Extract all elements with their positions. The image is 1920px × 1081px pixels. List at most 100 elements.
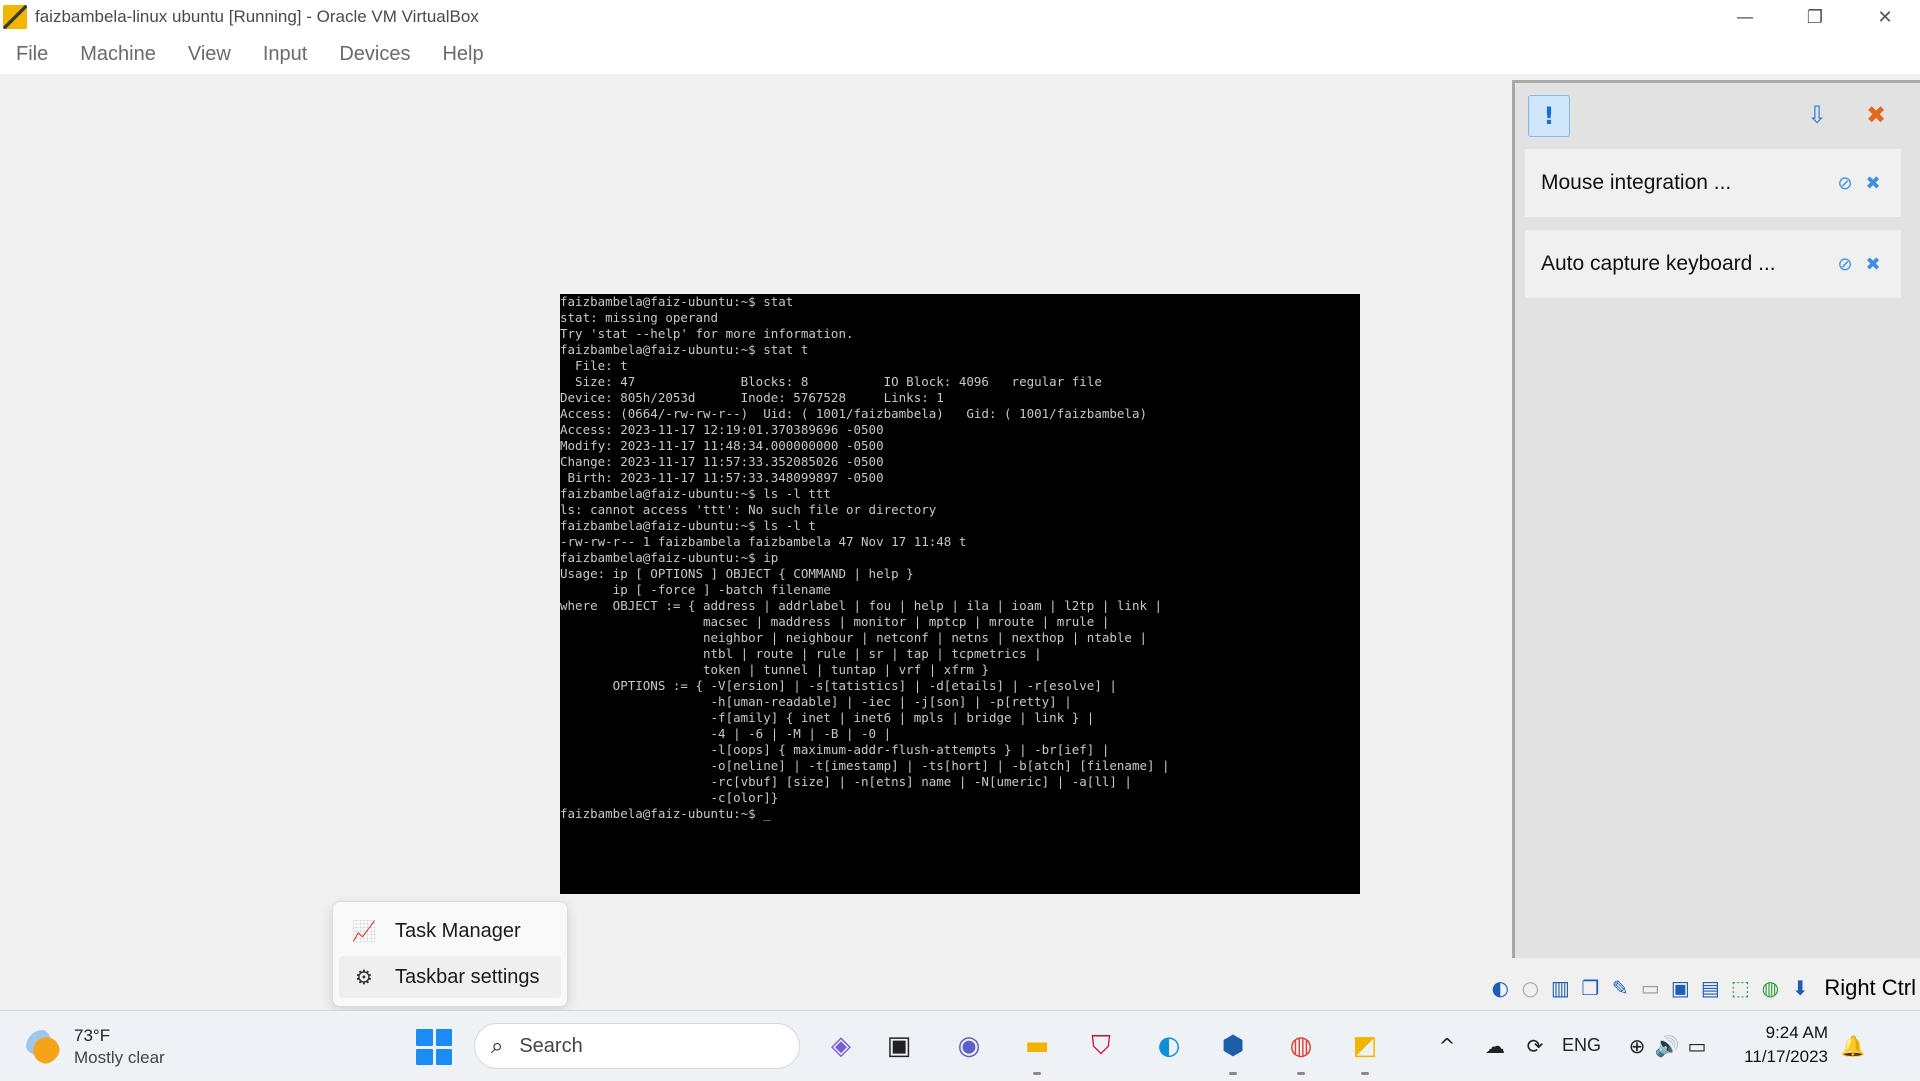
notification-card-mouse-integration: Mouse integration ... ⊘ ✖ xyxy=(1525,149,1901,217)
menu-help[interactable]: Help xyxy=(426,43,499,66)
terminal-line: neighbor | neighbour | netconf | netns |… xyxy=(560,630,1147,645)
notification-center-icon[interactable]: ! xyxy=(1528,95,1570,137)
weather-icon xyxy=(26,1030,60,1064)
clock[interactable]: 9:24 AM 11/17/2023 xyxy=(1718,1021,1828,1069)
virtualbox-icon[interactable]: ⬢ xyxy=(1214,1027,1252,1075)
sort-order-icon[interactable]: ⇩ xyxy=(1797,95,1837,135)
maximize-button[interactable]: ❐ xyxy=(1780,0,1850,34)
notification-bell-icon[interactable]: 🔔 xyxy=(1840,1033,1866,1059)
terminal-line: faizbambela@faiz-ubuntu:~$ stat xyxy=(560,294,794,309)
file-explorer-icon[interactable]: ▬ xyxy=(1018,1027,1056,1075)
start-button[interactable] xyxy=(416,1029,452,1065)
window-title: faizbambela-linux ubuntu [Running] - Ora… xyxy=(35,7,479,26)
menu-file[interactable]: File xyxy=(0,43,64,66)
weather-temperature: 73°F xyxy=(74,1026,111,1045)
system-tray: ^ ☁ ⟳ ENG ⊕ 🔊 ▭ 9:24 AM 11/17/2023 🔔 xyxy=(1400,1011,1920,1081)
edge-glyph-icon: ◐ xyxy=(1157,1031,1181,1061)
close-all-notifications-icon[interactable]: ✖ xyxy=(1856,95,1896,135)
hard-disk-icon[interactable]: ◐ xyxy=(1486,974,1514,1002)
vm-status-bar: ◐ ○ ▥ ❐ ✎ ▭ ▣ ▤ ⬚ ◍ ⬇ Right Ctrl xyxy=(1400,970,1920,1006)
terminal-line: faizbambela@faiz-ubuntu:~$ _ xyxy=(560,806,771,821)
running-indicator xyxy=(1361,1072,1369,1075)
terminal-line: Try 'stat --help' for more information. xyxy=(560,326,854,341)
menu-bar: File Machine View Input Devices Help xyxy=(0,34,1920,74)
usb-icon[interactable]: ✎ xyxy=(1606,974,1634,1002)
virtualbox-vm-glyph-icon: ◩ xyxy=(1352,1031,1378,1061)
virtualbox-vm-icon[interactable]: ◩ xyxy=(1346,1027,1384,1075)
terminal-line: Access: 2023-11-17 12:19:01.370389696 -0… xyxy=(560,422,884,437)
host-key-label[interactable]: Right Ctrl xyxy=(1824,975,1916,1001)
terminal-line: ls: cannot access 'ttt': No such file or… xyxy=(560,502,937,517)
running-indicator xyxy=(1033,1072,1041,1075)
notification-text: Auto capture keyboard ... xyxy=(1541,252,1776,275)
terminal-line: -4 | -6 | -M | -B | -0 | xyxy=(560,726,892,741)
terminal-line: -l[oops] { maximum-addr-flush-attempts }… xyxy=(560,742,1110,757)
running-indicator xyxy=(1297,1072,1305,1075)
audio-icon[interactable]: ▥ xyxy=(1546,974,1574,1002)
file-explorer-glyph-icon: ▬ xyxy=(1024,1031,1050,1061)
close-notification-icon[interactable]: ✖ xyxy=(1859,250,1887,278)
taskbar-settings-menu-item[interactable]: ⚙ Taskbar settings xyxy=(339,956,561,998)
task-manager-icon: 📈 xyxy=(351,919,377,943)
terminal-line: Change: 2023-11-17 11:57:33.352085026 -0… xyxy=(560,454,884,469)
dont-show-again-icon[interactable]: ⊘ xyxy=(1831,169,1859,197)
dont-show-again-icon[interactable]: ⊘ xyxy=(1831,250,1859,278)
copilot-pre-glyph-icon: ◈ xyxy=(831,1031,851,1061)
windows-taskbar: 73°F Mostly clear ⌕ ◈ ▣ ◉ ▬ ⛉ ◐ ⬢ ◍ ◩ ^ ☁ ⟳ ENG … xyxy=(0,1010,1920,1080)
terminal-line: faizbambela@faiz-ubuntu:~$ stat t xyxy=(560,342,809,357)
keyboard-capture-icon[interactable]: ⬇ xyxy=(1786,974,1814,1002)
chrome-icon[interactable]: ◍ xyxy=(1282,1027,1320,1075)
edge-icon[interactable]: ◐ xyxy=(1150,1027,1188,1065)
menu-devices[interactable]: Devices xyxy=(323,43,426,66)
close-notification-icon[interactable]: ✖ xyxy=(1859,169,1887,197)
task-view-icon[interactable]: ▣ xyxy=(880,1027,918,1065)
virtualbox-app-icon xyxy=(3,5,27,29)
sync-icon[interactable]: ⟳ xyxy=(1522,1033,1548,1059)
mouse-integration-icon[interactable]: ◍ xyxy=(1756,974,1784,1002)
terminal-line: Device: 805h/2053d Inode: 5767528 Links:… xyxy=(560,390,944,405)
optical-drive-icon[interactable]: ○ xyxy=(1516,974,1544,1002)
network-adapter-icon[interactable]: ❐ xyxy=(1576,974,1604,1002)
menu-view[interactable]: View xyxy=(172,43,247,66)
task-manager-menu-item[interactable]: 📈 Task Manager xyxy=(339,910,561,952)
display-icon[interactable]: ▣ xyxy=(1666,974,1694,1002)
terminal-line: -h[uman-readable] | -iec | -j[son] | -p[… xyxy=(560,694,1072,709)
volume-icon[interactable]: 🔊 xyxy=(1654,1033,1680,1059)
terminal-line: macsec | maddress | monitor | mptcp | mr… xyxy=(560,614,1110,629)
window-controls: — ❐ ✕ xyxy=(1710,0,1920,34)
cpu-activity-icon[interactable]: ⬚ xyxy=(1726,974,1754,1002)
terminal-line: faizbambela@faiz-ubuntu:~$ ip xyxy=(560,550,779,565)
guest-terminal[interactable]: faizbambela@faiz-ubuntu:~$ stat stat: mis… xyxy=(560,294,1360,894)
recording-icon[interactable]: ▤ xyxy=(1696,974,1724,1002)
notification-text: Mouse integration ... xyxy=(1541,171,1732,194)
language-indicator[interactable]: ENG xyxy=(1562,1035,1601,1056)
show-hidden-icons-chevron-icon[interactable]: ^ xyxy=(1434,1033,1460,1059)
copilot-pre-icon[interactable]: ◈ xyxy=(822,1027,860,1065)
vm-display-area[interactable]: faizbambela@faiz-ubuntu:~$ stat stat: mis… xyxy=(0,74,1512,1008)
task-view-glyph-icon: ▣ xyxy=(886,1031,912,1061)
minimize-button[interactable]: — xyxy=(1710,0,1780,34)
menu-machine[interactable]: Machine xyxy=(64,43,172,66)
taskbar-context-menu: 📈 Task Manager ⚙ Taskbar settings xyxy=(332,901,568,1007)
teams-chat-icon[interactable]: ◉ xyxy=(950,1027,988,1065)
terminal-line: token | tunnel | tuntap | vrf | xfrm } xyxy=(560,662,989,677)
search-input[interactable] xyxy=(517,1033,742,1059)
taskbar-search[interactable]: ⌕ xyxy=(474,1023,800,1069)
network-icon[interactable]: ⊕ xyxy=(1624,1033,1650,1059)
terminal-line: where OBJECT := { address | addrlabel | … xyxy=(560,598,1163,613)
menu-item-label: Taskbar settings xyxy=(395,965,540,988)
terminal-line: -rc[vbuf] [size] | -n[etns] name | -N[um… xyxy=(560,774,1132,789)
search-icon: ⌕ xyxy=(491,1033,504,1059)
close-button[interactable]: ✕ xyxy=(1850,0,1920,34)
onedrive-icon[interactable]: ☁ xyxy=(1482,1033,1508,1059)
battery-icon[interactable]: ▭ xyxy=(1684,1033,1710,1059)
terminal-line: Access: (0664/-rw-rw-r--) Uid: ( 1001/fa… xyxy=(560,406,1147,421)
menu-input[interactable]: Input xyxy=(247,43,323,66)
mcafee-icon[interactable]: ⛉ xyxy=(1082,1027,1120,1065)
weather-widget[interactable]: 73°F Mostly clear xyxy=(26,1025,165,1069)
gear-icon: ⚙ xyxy=(355,965,373,989)
clock-date: 11/17/2023 xyxy=(1744,1047,1828,1066)
windows-logo-pane xyxy=(435,1029,452,1046)
shared-folders-icon[interactable]: ▭ xyxy=(1636,974,1664,1002)
terminal-line: -rw-rw-r-- 1 faizbambela faizbambela 47 … xyxy=(560,534,967,549)
